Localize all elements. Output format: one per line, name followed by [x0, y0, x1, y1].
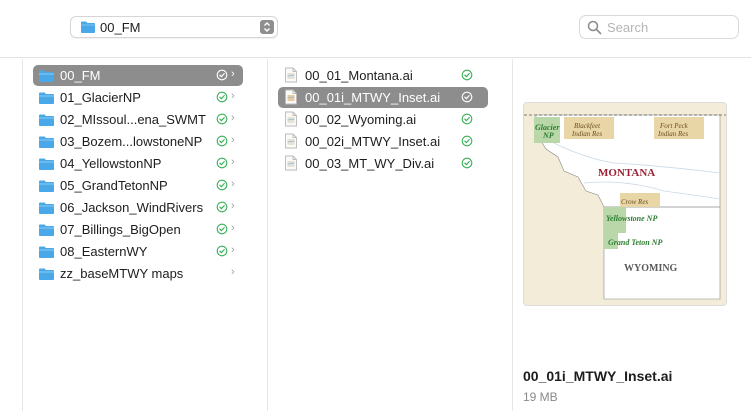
file-row[interactable]: 00_02i_MTWY_Inset.ai [278, 131, 488, 152]
folder-icon [38, 113, 55, 130]
folder-name: 06_Jackson_WindRivers [60, 200, 204, 215]
folder-row[interactable]: zz_baseMTWY maps › [33, 263, 243, 284]
chevron-right-icon: › [231, 266, 235, 278]
search-icon [587, 20, 602, 40]
file-row[interactable]: 00_02_Wyoming.ai [278, 109, 488, 130]
folder-icon [80, 20, 96, 39]
file-row[interactable]: 00_01_Montana.ai [278, 65, 488, 86]
path-popup-label: 00_FM [100, 20, 141, 35]
folder-icon [38, 91, 55, 108]
toolbar: 00_FM [0, 0, 751, 58]
document-icon [284, 133, 298, 152]
preview-file-name: 00_01i_MTWY_Inset.ai [523, 368, 673, 384]
document-icon [284, 111, 298, 130]
document-icon [284, 67, 298, 86]
folder-row[interactable]: 08_EasternWY › [33, 241, 243, 262]
folder-name: 02_MIssoul...ena_SWMT [60, 112, 206, 127]
folder-icon [38, 245, 55, 262]
folder-name: 04_YellowstonNP [60, 156, 162, 171]
chevron-up-down-icon [260, 20, 274, 34]
chevron-right-icon: › [231, 134, 235, 146]
folder-icon [38, 201, 55, 218]
document-icon [284, 155, 298, 174]
chevron-right-icon: › [231, 222, 235, 234]
sync-status-icon [216, 157, 228, 172]
file-column[interactable]: 00_01_Montana.ai 00_01i_MTWY_Inset.ai 00_0… [268, 59, 512, 411]
folder-name: 08_EasternWY [60, 244, 148, 259]
folder-name: 01_GlacierNP [60, 90, 141, 105]
folder-icon [38, 179, 55, 196]
map-label-blackfeet-res: Indian Res [571, 130, 602, 138]
folder-name: 05_GrandTetonNP [60, 178, 168, 193]
sync-status-icon [216, 223, 228, 238]
folder-row[interactable]: 04_YellowstonNP › [33, 153, 243, 174]
map-label-grand-teton: Grand Teton NP [608, 238, 662, 247]
folder-icon [38, 267, 55, 284]
chevron-right-icon: › [231, 112, 235, 124]
map-label-wyoming: WYOMING [624, 263, 678, 274]
sync-status-icon [461, 157, 473, 172]
folder-icon [38, 157, 55, 174]
document-icon [284, 89, 298, 108]
preview-thumbnail[interactable]: Glacier NP Blackfeet Indian Res Fort Pec… [523, 102, 727, 306]
folder-name: zz_baseMTWY maps [60, 266, 184, 281]
folder-row[interactable]: 01_GlacierNP › [33, 87, 243, 108]
folder-row[interactable]: 00_FM › [33, 65, 243, 86]
folder-row[interactable]: 05_GrandTetonNP › [33, 175, 243, 196]
folder-row[interactable]: 07_Billings_BigOpen › [33, 219, 243, 240]
folder-name: 07_Billings_BigOpen [60, 222, 181, 237]
chevron-right-icon: › [231, 244, 235, 256]
folder-name: 00_FM [60, 68, 101, 83]
sync-status-icon [461, 113, 473, 128]
sync-status-icon [216, 245, 228, 260]
chevron-right-icon: › [231, 90, 235, 102]
sync-status-icon [216, 201, 228, 216]
search-input[interactable] [607, 19, 732, 36]
path-popup-button[interactable]: 00_FM [70, 16, 278, 38]
map-label-crow-res: Crow Res [621, 198, 648, 206]
sync-status-icon [461, 91, 473, 106]
map-label-glacier-np: NP [542, 131, 554, 140]
file-name: 00_01_Montana.ai [305, 68, 413, 83]
sync-status-icon [216, 179, 228, 194]
folder-name: 03_Bozem...lowstoneNP [60, 134, 203, 149]
chevron-right-icon: › [231, 200, 235, 212]
preview-file-size: 19 MB [523, 390, 558, 404]
chevron-right-icon: › [231, 68, 235, 80]
preview-pane: Glacier NP Blackfeet Indian Res Fort Pec… [512, 59, 751, 411]
file-row[interactable]: 00_03_MT_WY_Div.ai [278, 153, 488, 174]
folder-column[interactable]: 00_FM › 01_GlacierNP › 02_MIssoul...ena_SWMT… [23, 59, 267, 411]
folder-row[interactable]: 03_Bozem...lowstoneNP › [33, 131, 243, 152]
sync-status-icon [216, 69, 228, 84]
file-name: 00_03_MT_WY_Div.ai [305, 156, 435, 171]
sync-status-icon [216, 113, 228, 128]
sync-status-icon [216, 91, 228, 106]
folder-icon [38, 223, 55, 240]
map-label-montana: MONTANA [598, 167, 655, 179]
folder-icon [38, 69, 55, 86]
chevron-right-icon: › [231, 178, 235, 190]
map-label-yellowstone: Yellowstone NP [606, 214, 657, 223]
sync-status-icon [461, 69, 473, 84]
file-name: 00_02_Wyoming.ai [305, 112, 417, 127]
file-row[interactable]: 00_01i_MTWY_Inset.ai [278, 87, 488, 108]
map-label-blackfeet: Blackfeet [574, 122, 601, 130]
folder-row[interactable]: 02_MIssoul...ena_SWMT › [33, 109, 243, 130]
map-preview-image: Glacier NP Blackfeet Indian Res Fort Pec… [524, 103, 726, 305]
folder-icon [38, 135, 55, 152]
map-label-fort-peck: Fort Peck [659, 122, 689, 130]
sync-status-icon [216, 135, 228, 150]
sync-status-icon [461, 135, 473, 150]
search-field[interactable] [579, 15, 739, 39]
chevron-right-icon: › [231, 156, 235, 168]
map-label-fort-peck-res: Indian Res [657, 130, 688, 138]
folder-row[interactable]: 06_Jackson_WindRivers › [33, 197, 243, 218]
file-name: 00_02i_MTWY_Inset.ai [305, 134, 441, 149]
file-name: 00_01i_MTWY_Inset.ai [305, 90, 441, 105]
